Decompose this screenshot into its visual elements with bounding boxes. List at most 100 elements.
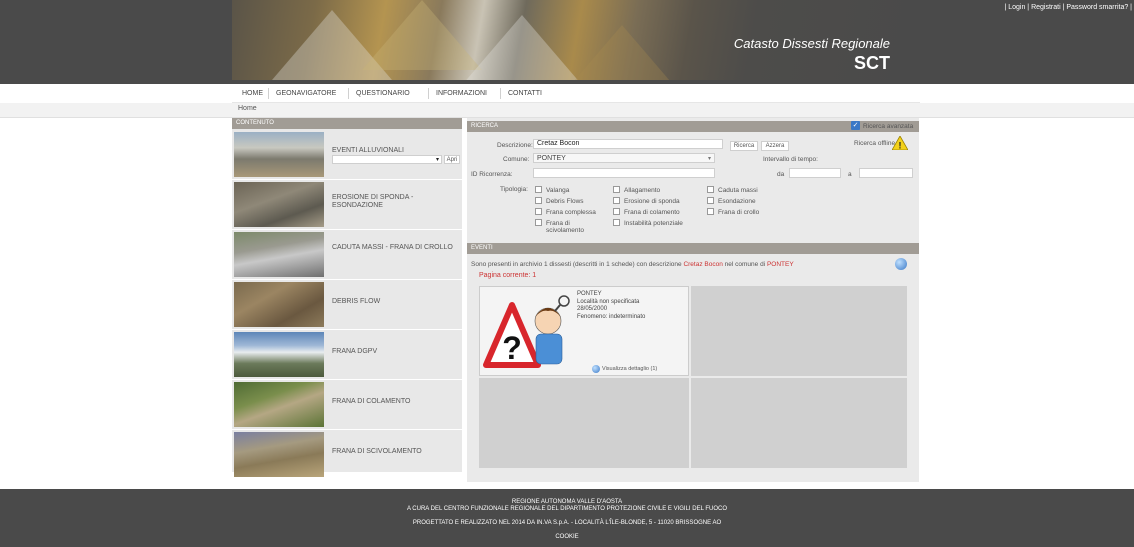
type-checkbox[interactable] (707, 186, 714, 193)
category-frana-dgpv[interactable]: FRANA DGPV (232, 330, 462, 380)
advanced-search-checkbox[interactable]: ✓ (851, 121, 860, 130)
open-button[interactable]: Apri (444, 155, 460, 164)
time-interval-label: Intervallo di tempo: (763, 156, 818, 163)
category-debris-flow[interactable]: DEBRIS FLOW (232, 280, 462, 330)
search-panel: RICERCA ✓ Ricerca avanzata Descrizione: … (467, 118, 919, 240)
event-phenomenon: Fenomeno: indeterminato (577, 313, 646, 320)
types-label: Tipologia: (500, 186, 528, 193)
type-label: Frana di colamento (624, 209, 680, 216)
nav-geonavigatore[interactable]: GEONAVIGATORE (276, 90, 336, 97)
type-label: Frana di crollo (718, 209, 760, 216)
type-label: Caduta massi (718, 187, 758, 194)
events-panel: EVENTI Sono presenti in archivio 1 disse… (467, 240, 919, 482)
event-comune: PONTEY (577, 291, 602, 297)
category-thumbnail (234, 282, 324, 327)
register-link[interactable]: Registrati (1031, 4, 1061, 11)
event-card[interactable]: ? PONTEY Località non specificata 28/05/… (479, 286, 689, 376)
category-label: EROSIONE DI SPONDA - ESONDAZIONE (332, 194, 414, 209)
type-label: Debris Flows (546, 198, 584, 205)
category-caduta-massi[interactable]: CADUTA MASSI - FRANA DI CROLLO (232, 230, 462, 280)
footer-realization: PROGETTATO E REALIZZATO NEL 2014 DA IN.V… (412, 520, 722, 526)
nav-informazioni[interactable]: INFORMAZIONI (436, 90, 487, 97)
category-thumbnail (234, 332, 324, 377)
category-label: CADUTA MASSI - FRANA DI CROLLO (332, 244, 453, 251)
warning-icon[interactable]: ! (891, 135, 909, 151)
category-label: FRANA DGPV (332, 348, 378, 355)
type-label: Allagamento (624, 187, 661, 194)
type-checkbox[interactable] (613, 186, 620, 193)
details-icon[interactable] (592, 365, 600, 373)
description-label: Descrizione: (497, 142, 533, 149)
search-button[interactable]: Ricerca (730, 141, 758, 151)
cookie-link[interactable]: COOKIE (0, 534, 1134, 541)
site-subtitle: SCT (854, 53, 890, 73)
site-footer: REGIONE AUTONOMA VALLE D'AOSTA A CURA DE… (0, 489, 1134, 547)
type-label: Frana di scivolamento (546, 220, 584, 234)
events-summary: Sono presenti in archivio 1 dissesti (de… (471, 261, 794, 268)
summary-description: Cretaz Bocon (683, 261, 723, 268)
category-thumbnail (234, 432, 324, 477)
events-header: EVENTI (467, 243, 919, 254)
type-label: Esondazione (718, 198, 756, 205)
type-checkbox[interactable] (613, 208, 620, 215)
category-header: CONTENUTO (232, 118, 462, 129)
type-checkbox[interactable] (707, 208, 714, 215)
empty-tile (691, 286, 907, 376)
type-checkbox[interactable] (535, 208, 542, 215)
category-label: FRANA DI SCIVOLAMENTO (332, 448, 422, 455)
category-column: CONTENUTO EVENTI ALLUVIONALI ▾ Apri EROS… (232, 118, 462, 477)
svg-text:?: ? (502, 330, 522, 366)
nav-home[interactable]: HOME (242, 90, 263, 97)
breadcrumb-bar (0, 103, 1134, 118)
current-page: Pagina corrente: 1 (479, 272, 537, 279)
svg-text:!: ! (899, 141, 902, 151)
comune-select[interactable]: PONTEY ▾ (533, 153, 715, 163)
category-thumbnail (234, 382, 324, 427)
from-label: da (777, 171, 785, 178)
event-date: 28/05/2000 (577, 306, 608, 312)
from-date-input[interactable] (789, 168, 841, 178)
category-thumbnail (234, 132, 324, 177)
password-link[interactable]: Password smarrita? (1066, 4, 1128, 11)
reset-button[interactable]: Azzera (761, 141, 789, 151)
type-label: Instabilità potenziale (624, 220, 683, 227)
type-checkbox[interactable] (613, 197, 620, 204)
event-details: PONTEY Località non specificata 28/05/20… (577, 291, 645, 321)
comune-label: Comune: (503, 156, 530, 163)
event-localita: Località non specificata (577, 298, 640, 305)
chevron-down-icon: ▾ (707, 156, 711, 162)
category-erosione[interactable]: EROSIONE DI SPONDA - ESONDAZIONE (232, 180, 462, 230)
type-checkbox[interactable] (707, 197, 714, 204)
empty-tile (479, 378, 689, 468)
category-thumbnail (234, 232, 324, 277)
category-frana-scivolamento[interactable]: FRANA DI SCIVOLAMENTO (232, 430, 462, 479)
breadcrumb[interactable]: Home (238, 105, 257, 112)
alluvionali-select[interactable]: ▾ (332, 155, 442, 164)
footer-credit: A CURA DEL CENTRO FUNZIONALE REGIONALE D… (406, 506, 728, 512)
offline-search-label: Ricerca offline (854, 140, 896, 147)
description-input[interactable] (533, 139, 723, 149)
id-label: ID Ricorrenza: (471, 171, 513, 178)
top-links: | Login | Registrati | Password smarrita… (1004, 4, 1132, 11)
id-input[interactable] (533, 168, 715, 178)
category-eventi-alluvionali[interactable]: EVENTI ALLUVIONALI ▾ Apri (232, 130, 462, 180)
category-frana-colamento[interactable]: FRANA DI COLAMENTO (232, 380, 462, 430)
refresh-icon[interactable] (895, 258, 907, 270)
chevron-down-icon: ▾ (435, 157, 439, 163)
site-title: Catasto Dissesti Regionale (733, 36, 890, 51)
to-label: a (848, 171, 852, 178)
details-link[interactable]: Visualizza dettaglio (1) (602, 366, 657, 372)
summary-comune: PONTEY (766, 261, 794, 268)
type-checkbox[interactable] (535, 186, 542, 193)
type-checkbox[interactable] (535, 197, 542, 204)
nav-contatti[interactable]: CONTATTI (508, 90, 542, 97)
warning-illustration: ? (482, 291, 572, 371)
to-date-input[interactable] (859, 168, 913, 178)
login-link[interactable]: Login (1008, 4, 1025, 11)
main-nav: HOME GEONAVIGATORE QUESTIONARIO INFORMAZ… (232, 84, 920, 103)
nav-questionario[interactable]: QUESTIONARIO (356, 90, 410, 97)
type-checkbox[interactable] (535, 219, 542, 226)
type-checkbox[interactable] (613, 219, 620, 226)
type-label: Valanga (546, 187, 570, 194)
advanced-search-label: Ricerca avanzata (863, 123, 914, 130)
